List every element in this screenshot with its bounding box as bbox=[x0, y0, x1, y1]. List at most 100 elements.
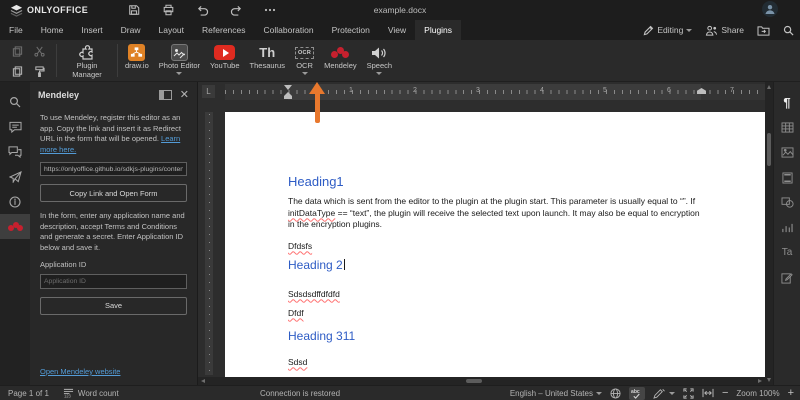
youtube-icon bbox=[214, 45, 235, 60]
header-footer-settings-icon[interactable] bbox=[774, 165, 800, 190]
text-art-settings-icon[interactable]: Ta bbox=[774, 240, 800, 265]
horizontal-scroll-thumb[interactable] bbox=[466, 379, 482, 383]
photo-editor-button[interactable]: Photo Editor bbox=[154, 40, 205, 81]
clipboard-group bbox=[0, 40, 54, 81]
vertical-scrollbar[interactable] bbox=[765, 82, 773, 385]
scroll-up-icon[interactable] bbox=[767, 85, 771, 89]
user-avatar[interactable] bbox=[762, 1, 778, 17]
tab-plugins[interactable]: Plugins bbox=[415, 20, 461, 40]
paragraph-settings-icon[interactable]: ¶ bbox=[774, 90, 800, 115]
ruler-number: 3 bbox=[476, 87, 480, 94]
zoom-in-button[interactable]: + bbox=[788, 388, 794, 398]
fit-width-icon[interactable] bbox=[702, 388, 714, 398]
cut-icon[interactable] bbox=[34, 46, 45, 57]
photo-editor-icon bbox=[171, 44, 188, 61]
doc-line-dfdf: Dfdf bbox=[288, 308, 304, 319]
text-cursor bbox=[344, 259, 345, 270]
spellcheck-toggle-icon[interactable]: abc bbox=[629, 387, 645, 400]
save-icon[interactable] bbox=[126, 2, 142, 18]
speech-button[interactable]: Speech bbox=[362, 40, 397, 81]
youtube-button[interactable]: YouTube bbox=[205, 40, 244, 81]
plugin-manager-puzzle-icon bbox=[78, 43, 96, 62]
chart-settings-icon[interactable] bbox=[774, 215, 800, 240]
open-mendeley-website-link[interactable]: Open Mendeley website bbox=[40, 367, 120, 376]
ruler-number: 4 bbox=[540, 87, 544, 94]
document-language-selector[interactable]: English – United States bbox=[510, 389, 602, 398]
sidebar-mendeley-plugin-icon[interactable] bbox=[0, 214, 30, 239]
tab-insert[interactable]: Insert bbox=[72, 20, 111, 40]
image-settings-icon[interactable] bbox=[774, 140, 800, 165]
sidebar-about-icon[interactable] bbox=[0, 189, 30, 214]
scroll-right-icon[interactable] bbox=[758, 379, 762, 383]
copy-icon[interactable] bbox=[12, 46, 23, 57]
vertical-scroll-thumb[interactable] bbox=[767, 133, 771, 166]
plugin-manager-label: Plugin Manager bbox=[64, 62, 110, 79]
tab-home[interactable]: Home bbox=[32, 20, 73, 40]
copy-link-open-form-button[interactable]: Copy Link and Open Form bbox=[40, 184, 187, 202]
plugin-manager-button[interactable]: Plugin Manager bbox=[59, 40, 115, 81]
tab-protection[interactable]: Protection bbox=[323, 20, 379, 40]
search-icon[interactable] bbox=[783, 25, 794, 36]
tab-view[interactable]: View bbox=[379, 20, 415, 40]
fit-page-icon[interactable] bbox=[683, 388, 694, 399]
share-button[interactable]: Share bbox=[705, 25, 744, 36]
undo-icon[interactable] bbox=[194, 2, 210, 18]
document-page[interactable]: Heading1 The data which is sent from the… bbox=[225, 112, 765, 377]
brand-name: ONLYOFFICE bbox=[27, 5, 88, 15]
sidebar-chat-icon[interactable] bbox=[0, 139, 30, 164]
zoom-out-button[interactable]: − bbox=[722, 388, 728, 398]
mendeley-button[interactable]: Mendeley bbox=[319, 40, 362, 81]
sidebar-feedback-icon[interactable] bbox=[0, 164, 30, 189]
redo-icon[interactable] bbox=[228, 2, 244, 18]
application-id-label: Application ID bbox=[40, 260, 187, 271]
doc-line-sdsd: Sdsd bbox=[288, 357, 307, 368]
app-header: ONLYOFFICE example.docx bbox=[0, 0, 800, 20]
shape-settings-icon[interactable] bbox=[774, 190, 800, 215]
thesaurus-label: Thesaurus bbox=[250, 62, 285, 71]
close-panel-icon[interactable]: ✕ bbox=[180, 90, 189, 100]
left-indent-marker[interactable] bbox=[284, 96, 292, 99]
thesaurus-button[interactable]: Th Thesaurus bbox=[245, 40, 290, 81]
tab-collaboration[interactable]: Collaboration bbox=[255, 20, 323, 40]
application-id-input[interactable] bbox=[40, 274, 187, 289]
save-button[interactable]: Save bbox=[40, 297, 187, 315]
table-settings-icon[interactable] bbox=[774, 115, 800, 140]
language-caret-icon bbox=[596, 392, 602, 395]
mendeley-intro-text: To use Mendeley, register this editor as… bbox=[40, 113, 187, 155]
horizontal-ruler[interactable]: 1 2 3 4 5 6 7 bbox=[225, 84, 765, 100]
vertical-ruler[interactable] bbox=[205, 112, 213, 375]
print-icon[interactable] bbox=[160, 2, 176, 18]
connection-status: Connection is restored bbox=[260, 389, 340, 398]
word-count-label: Word count bbox=[78, 389, 119, 398]
zoom-level[interactable]: Zoom 100% bbox=[736, 389, 779, 398]
track-changes-icon[interactable] bbox=[653, 388, 675, 399]
tab-draw[interactable]: Draw bbox=[112, 20, 150, 40]
mendeley-form-text: In the form, enter any application name … bbox=[40, 211, 187, 253]
ocr-caret-icon bbox=[302, 72, 308, 75]
ocr-button[interactable]: OCR OCR bbox=[290, 40, 319, 81]
horizontal-scrollbar[interactable] bbox=[198, 377, 765, 385]
drawio-button[interactable]: draw.io bbox=[120, 40, 154, 81]
first-line-indent-marker[interactable] bbox=[284, 85, 292, 90]
mail-merge-settings-icon[interactable] bbox=[774, 265, 800, 290]
format-painter-icon[interactable] bbox=[34, 66, 45, 77]
sidebar-comments-icon[interactable] bbox=[0, 114, 30, 139]
scroll-down-icon[interactable] bbox=[767, 378, 771, 382]
open-file-location-icon[interactable] bbox=[757, 25, 770, 36]
ocr-label: OCR bbox=[296, 62, 313, 71]
scroll-left-icon[interactable] bbox=[201, 379, 205, 383]
set-language-globe-icon[interactable] bbox=[610, 388, 621, 399]
plugins-toolbar: Plugin Manager draw.io Photo Editor YouT… bbox=[0, 40, 800, 82]
word-count-button[interactable]: 123 Word count bbox=[63, 388, 119, 398]
tab-stop-selector[interactable]: L bbox=[202, 85, 215, 98]
sidebar-search-icon[interactable] bbox=[0, 89, 30, 114]
tab-file[interactable]: File bbox=[0, 20, 32, 40]
more-actions-icon[interactable] bbox=[262, 2, 278, 18]
editing-mode-button[interactable]: Editing bbox=[643, 25, 692, 36]
undock-panel-icon[interactable] bbox=[159, 90, 172, 100]
tab-references[interactable]: References bbox=[193, 20, 254, 40]
paste-icon[interactable] bbox=[12, 66, 23, 77]
redirect-url-input[interactable] bbox=[40, 162, 187, 176]
page-indicator[interactable]: Page 1 of 1 bbox=[8, 389, 49, 398]
tab-layout[interactable]: Layout bbox=[150, 20, 194, 40]
